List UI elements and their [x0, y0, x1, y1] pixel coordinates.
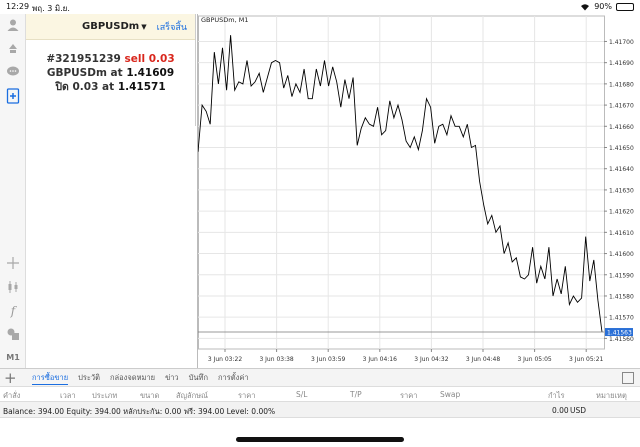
bottom-tabs: การซื้อขาย ประวัติ กล่องจดหมาย ข่าว บันทึก กา… [32, 369, 249, 387]
chat-icon[interactable] [4, 63, 22, 81]
timeframe-button[interactable]: M1 [4, 348, 22, 366]
tab-4[interactable]: บันทึก [189, 372, 208, 384]
chart-svg: 1.41700 1.41690 1.41680 1.41670 1.41660 1.416… [198, 15, 634, 363]
tab-5[interactable]: การตั้งค่า [218, 372, 249, 384]
symbol-selector[interactable]: GBPUSDm ▼ [82, 21, 147, 32]
done-button[interactable]: เสร็จสิ้น [157, 20, 187, 34]
caret-down-icon: ▼ [141, 23, 147, 31]
y-tick-label: 1.41680 [609, 81, 634, 88]
objects-icon[interactable] [4, 325, 22, 343]
price-chart[interactable]: 1.41700 1.41690 1.41680 1.41670 1.41660 1.416… [197, 14, 640, 368]
status-right: 90% [580, 2, 634, 11]
add-icon[interactable]: + [4, 369, 17, 387]
symbol-label: GBPUSDm [82, 21, 140, 32]
order-line-1: #321951239 sell 0.03 [26, 52, 195, 66]
order-open-price: 1.41609 [126, 67, 175, 79]
column-header: Swap [440, 390, 461, 399]
y-tick-label: 1.41580 [609, 293, 634, 300]
y-tick-label: 1.41650 [609, 145, 634, 152]
x-tick-label: 3 Jun 03:59 [311, 356, 345, 363]
x-tick-label: 3 Jun 03:22 [208, 356, 242, 363]
indicator-icon[interactable]: f [4, 302, 22, 320]
price-line [198, 35, 603, 333]
status-bar: 12:29 พฤ. 3 มิ.ย. 90% [0, 0, 640, 14]
y-tick-label: 1.41600 [609, 251, 634, 258]
y-tick-label: 1.41700 [609, 39, 634, 46]
status-time: 12:29 [6, 2, 30, 11]
order-action: sell 0.03 [124, 53, 175, 65]
order-line-3: ปิด 0.03 at 1.41571 [26, 80, 195, 94]
plot-border [198, 15, 605, 350]
trade-table-header: คำสั่ง เวลา ประเภท ขนาด สัญลักษณ์ ราคา S/L T/P ร… [0, 387, 640, 401]
chart-title: GBPUSDm, M1 [201, 16, 249, 24]
trade-icon[interactable] [4, 39, 22, 57]
battery-icon [616, 2, 634, 11]
x-tick-label: 3 Jun 05:05 [517, 356, 551, 363]
order-details: #321951239 sell 0.03 GBPUSDm at 1.41609 … [26, 52, 195, 94]
x-tick-label: 3 Jun 04:16 [363, 356, 397, 363]
tab-3[interactable]: ข่าว [165, 372, 179, 384]
order-ticket: #321951239 [46, 53, 121, 65]
tool-column: f M1 [0, 14, 26, 368]
balance-currency: USD [570, 406, 587, 415]
y-tick-label: 1.41640 [609, 166, 634, 173]
y-tick-label: 1.41670 [609, 103, 634, 110]
column-header: T/P [350, 390, 362, 399]
tab-0[interactable]: การซื้อขาย [32, 372, 69, 385]
tab-2[interactable]: กล่องจดหมาย [110, 372, 155, 384]
order-line-2: GBPUSDm at 1.41609 [26, 66, 195, 80]
y-tick-label: 1.41620 [609, 209, 634, 216]
tab-1[interactable]: ประวัติ [78, 372, 100, 384]
y-tick-label: 1.41610 [609, 230, 634, 237]
current-price-label: 1.41563 [607, 330, 632, 337]
expand-icon[interactable] [622, 372, 634, 384]
order-open-prefix: GBPUSDm at [46, 67, 123, 79]
y-tick-label: 1.41660 [609, 124, 634, 131]
wifi-icon [581, 3, 590, 10]
crosshair-icon[interactable] [4, 254, 22, 272]
balance-row: Balance: 394.00 Equity: 394.00 หลักประกั… [0, 401, 640, 418]
balance-text: Balance: 394.00 Equity: 394.00 หลักประกั… [3, 407, 276, 416]
user-icon[interactable] [4, 16, 22, 34]
order-panel-header: GBPUSDm ▼ เสร็จสิ้น [26, 14, 195, 40]
order-close-prefix: ปิด 0.03 at [55, 81, 115, 93]
battery-percent: 90% [594, 2, 612, 11]
y-tick-label: 1.41590 [609, 272, 634, 279]
y-tick-label: 1.41630 [609, 187, 634, 194]
balance-profit: 0.00 [552, 406, 569, 415]
y-tick-label: 1.41690 [609, 60, 634, 67]
y-tick-label: 1.41570 [609, 315, 634, 322]
x-tick-label: 3 Jun 05:21 [569, 356, 603, 363]
x-tick-label: 3 Jun 04:48 [466, 356, 500, 363]
x-tick-label: 3 Jun 04:32 [414, 356, 448, 363]
order-close-price: 1.41571 [117, 81, 166, 93]
candlestick-icon[interactable] [4, 278, 22, 296]
x-tick-label: 3 Jun 03:38 [259, 356, 293, 363]
column-header: S/L [296, 390, 308, 399]
new-order-icon[interactable] [4, 87, 22, 105]
home-indicator[interactable] [236, 437, 404, 442]
y-tick-label: 1.41560 [609, 336, 634, 343]
bottom-toolbar: + การซื้อขาย ประวัติ กล่องจดหมาย ข่าว บันทึก… [0, 368, 640, 387]
order-panel: GBPUSDm ▼ เสร็จสิ้น #321951239 sell 0.03 … [26, 14, 196, 126]
